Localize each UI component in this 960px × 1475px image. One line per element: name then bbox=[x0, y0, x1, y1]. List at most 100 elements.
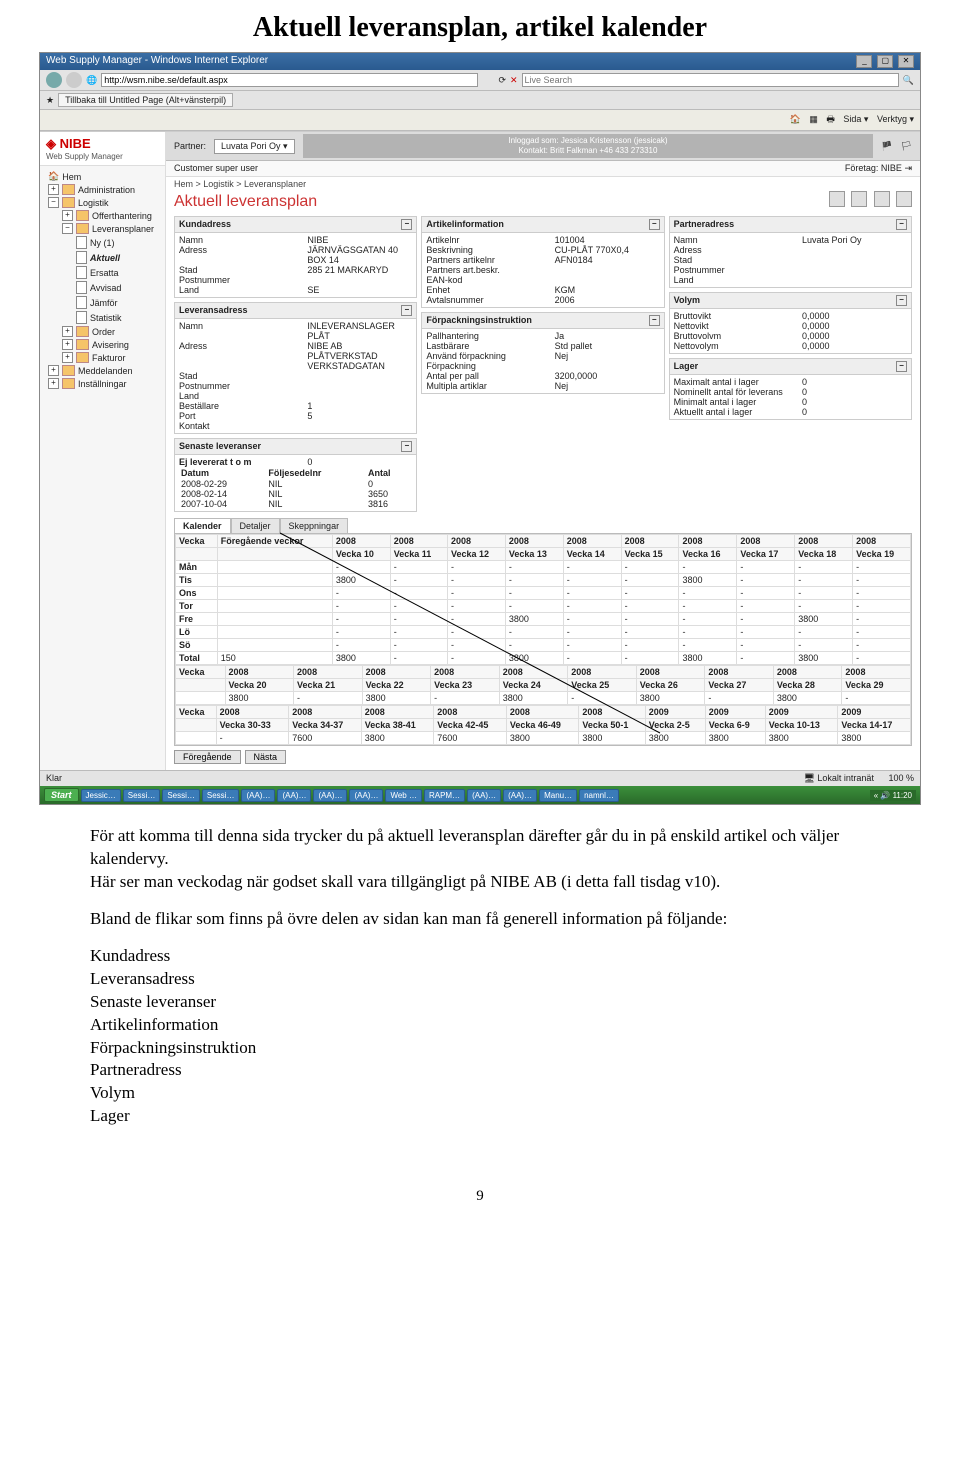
taskbar-item[interactable]: RAPM… bbox=[424, 789, 465, 802]
sidebar-item[interactable]: Aktuell bbox=[40, 250, 165, 265]
expand-icon[interactable]: + bbox=[62, 352, 73, 363]
tab-detaljer[interactable]: Detaljer bbox=[231, 518, 280, 533]
refresh-icon[interactable]: ⟳ bbox=[498, 75, 506, 86]
table-row: 2008-02-29NIL0 bbox=[179, 479, 412, 489]
sidebar-item[interactable]: +Offerthantering bbox=[40, 209, 165, 222]
kv-row: AdressJÄRNVÄGSGATAN 40 bbox=[179, 245, 412, 255]
expand-icon[interactable]: + bbox=[48, 378, 59, 389]
print-icon[interactable]: 🖶 bbox=[826, 114, 835, 124]
sidebar-item[interactable]: Avvisad bbox=[40, 280, 165, 295]
panel-title: Lager bbox=[674, 361, 699, 372]
expand-icon[interactable]: + bbox=[62, 210, 73, 221]
taskbar-item[interactable]: (AA)… bbox=[349, 789, 383, 802]
expand-icon[interactable]: + bbox=[48, 365, 59, 376]
back-icon[interactable] bbox=[46, 72, 62, 88]
page-menu[interactable]: Sida bbox=[843, 114, 861, 124]
minimize-icon[interactable]: _ bbox=[856, 55, 872, 68]
sidebar-item[interactable]: Jämför bbox=[40, 295, 165, 310]
collapse-icon[interactable]: − bbox=[896, 219, 907, 230]
screenshot: Web Supply Manager - Windows Internet Ex… bbox=[39, 52, 921, 805]
list-item: Kundadress bbox=[90, 945, 890, 968]
kv-row: Nettovolym0,0000 bbox=[674, 341, 907, 351]
help-icon[interactable] bbox=[896, 191, 912, 207]
partner-select[interactable]: Luvata Pori Oy ▾ bbox=[214, 139, 295, 154]
sidebar-item[interactable]: +Meddelanden bbox=[40, 364, 165, 377]
sidebar-item[interactable]: +Inställningar bbox=[40, 377, 165, 390]
tools-menu[interactable]: Verktyg bbox=[877, 114, 907, 124]
refresh-icon[interactable] bbox=[829, 191, 845, 207]
logout-icon[interactable]: ⇥ bbox=[904, 163, 912, 173]
tab-skeppningar[interactable]: Skeppningar bbox=[280, 518, 349, 533]
flag-icon-2[interactable]: 🏳 bbox=[901, 141, 912, 152]
kv-label: Aktuellt antal i lager bbox=[674, 407, 802, 417]
forward-icon[interactable] bbox=[66, 72, 82, 88]
page-number: 9 bbox=[0, 1168, 960, 1235]
stop-icon[interactable]: ✕ bbox=[510, 75, 518, 86]
sidebar-item[interactable]: −Leveransplaner bbox=[40, 222, 165, 235]
sidebar-item[interactable]: +Order bbox=[40, 325, 165, 338]
taskbar-item[interactable]: (AA)… bbox=[313, 789, 347, 802]
sidebar-item[interactable]: +Fakturor bbox=[40, 351, 165, 364]
taskbar-item[interactable]: namnl… bbox=[579, 789, 619, 802]
feeds-icon[interactable]: ▦ bbox=[809, 114, 818, 124]
company-value: NIBE bbox=[881, 163, 902, 173]
maximize-icon[interactable]: ▢ bbox=[877, 55, 893, 68]
export-icon[interactable] bbox=[874, 191, 890, 207]
taskbar-item[interactable]: (AA)… bbox=[241, 789, 275, 802]
paragraph-2: Bland de flikar som finns på övre delen … bbox=[90, 908, 890, 931]
sidebar-item[interactable]: −Logistik bbox=[40, 196, 165, 209]
collapse-icon[interactable]: − bbox=[896, 361, 907, 372]
cal-week-cell: Vecka 14-17 bbox=[838, 719, 911, 732]
cal-year-cell: 2008 bbox=[434, 706, 507, 719]
print-icon[interactable] bbox=[851, 191, 867, 207]
cal-row: Tis3800-----3800--- bbox=[176, 574, 911, 587]
sidebar-item[interactable]: Statistik bbox=[40, 310, 165, 325]
home-icon[interactable]: 🏠 bbox=[790, 114, 801, 124]
expand-icon[interactable]: + bbox=[62, 326, 73, 337]
taskbar-item[interactable]: Web … bbox=[385, 789, 422, 802]
taskbar-item[interactable]: Jessic… bbox=[81, 789, 121, 802]
favorites-icon[interactable]: ★ bbox=[46, 95, 54, 106]
taskbar-item[interactable]: Sessi… bbox=[202, 789, 240, 802]
collapse-icon[interactable]: − bbox=[896, 295, 907, 306]
collapse-icon[interactable]: − bbox=[401, 441, 412, 452]
tab-kalender[interactable]: Kalender bbox=[174, 518, 231, 533]
cal-year-cell: 2008 bbox=[506, 706, 579, 719]
kv-row: Adress bbox=[674, 245, 907, 255]
taskbar-item[interactable]: Manu… bbox=[539, 789, 577, 802]
kv-value: 1 bbox=[307, 401, 412, 411]
kv-value: BOX 14 bbox=[307, 255, 412, 265]
sidebar-item[interactable]: Ny (1) bbox=[40, 235, 165, 250]
collapse-icon[interactable]: − bbox=[62, 223, 73, 234]
search-input[interactable] bbox=[522, 73, 899, 87]
collapse-icon[interactable]: − bbox=[48, 197, 59, 208]
cal-week-cell: Vecka 10-13 bbox=[765, 719, 838, 732]
prev-button[interactable]: Föregående bbox=[174, 750, 241, 764]
kv-value bbox=[555, 265, 660, 275]
taskbar-item[interactable]: (AA)… bbox=[467, 789, 501, 802]
cal-year-cell: 2008 bbox=[431, 666, 500, 679]
collapse-icon[interactable]: − bbox=[649, 219, 660, 230]
collapse-icon[interactable]: − bbox=[401, 305, 412, 316]
zoom-level[interactable]: 100 % bbox=[888, 773, 914, 783]
next-button[interactable]: Nästa bbox=[245, 750, 287, 764]
taskbar-item[interactable]: (AA)… bbox=[277, 789, 311, 802]
flag-icon[interactable]: 🏴 bbox=[881, 141, 892, 152]
close-icon[interactable]: ✕ bbox=[898, 55, 914, 68]
search-icon[interactable]: 🔍 bbox=[903, 75, 914, 86]
sidebar-item[interactable]: +Avisering bbox=[40, 338, 165, 351]
browser-tab[interactable]: Tillbaka till Untitled Page (Alt+vänster… bbox=[58, 93, 233, 107]
collapse-icon[interactable]: − bbox=[401, 219, 412, 230]
taskbar-item[interactable]: Sessi… bbox=[123, 789, 161, 802]
taskbar-item[interactable]: Sessi… bbox=[162, 789, 200, 802]
expand-icon[interactable]: + bbox=[48, 184, 59, 195]
sidebar-item[interactable]: +Administration bbox=[40, 183, 165, 196]
collapse-icon[interactable]: − bbox=[649, 315, 660, 326]
sidebar-item[interactable]: Ersatta bbox=[40, 265, 165, 280]
start-button[interactable]: Start bbox=[44, 788, 79, 802]
expand-icon[interactable]: + bbox=[62, 339, 73, 350]
url-input[interactable] bbox=[101, 73, 478, 87]
kv-label: Artikelnr bbox=[426, 235, 554, 245]
taskbar-item[interactable]: (AA)… bbox=[503, 789, 537, 802]
sidebar-item[interactable]: 🏠Hem bbox=[40, 170, 165, 183]
